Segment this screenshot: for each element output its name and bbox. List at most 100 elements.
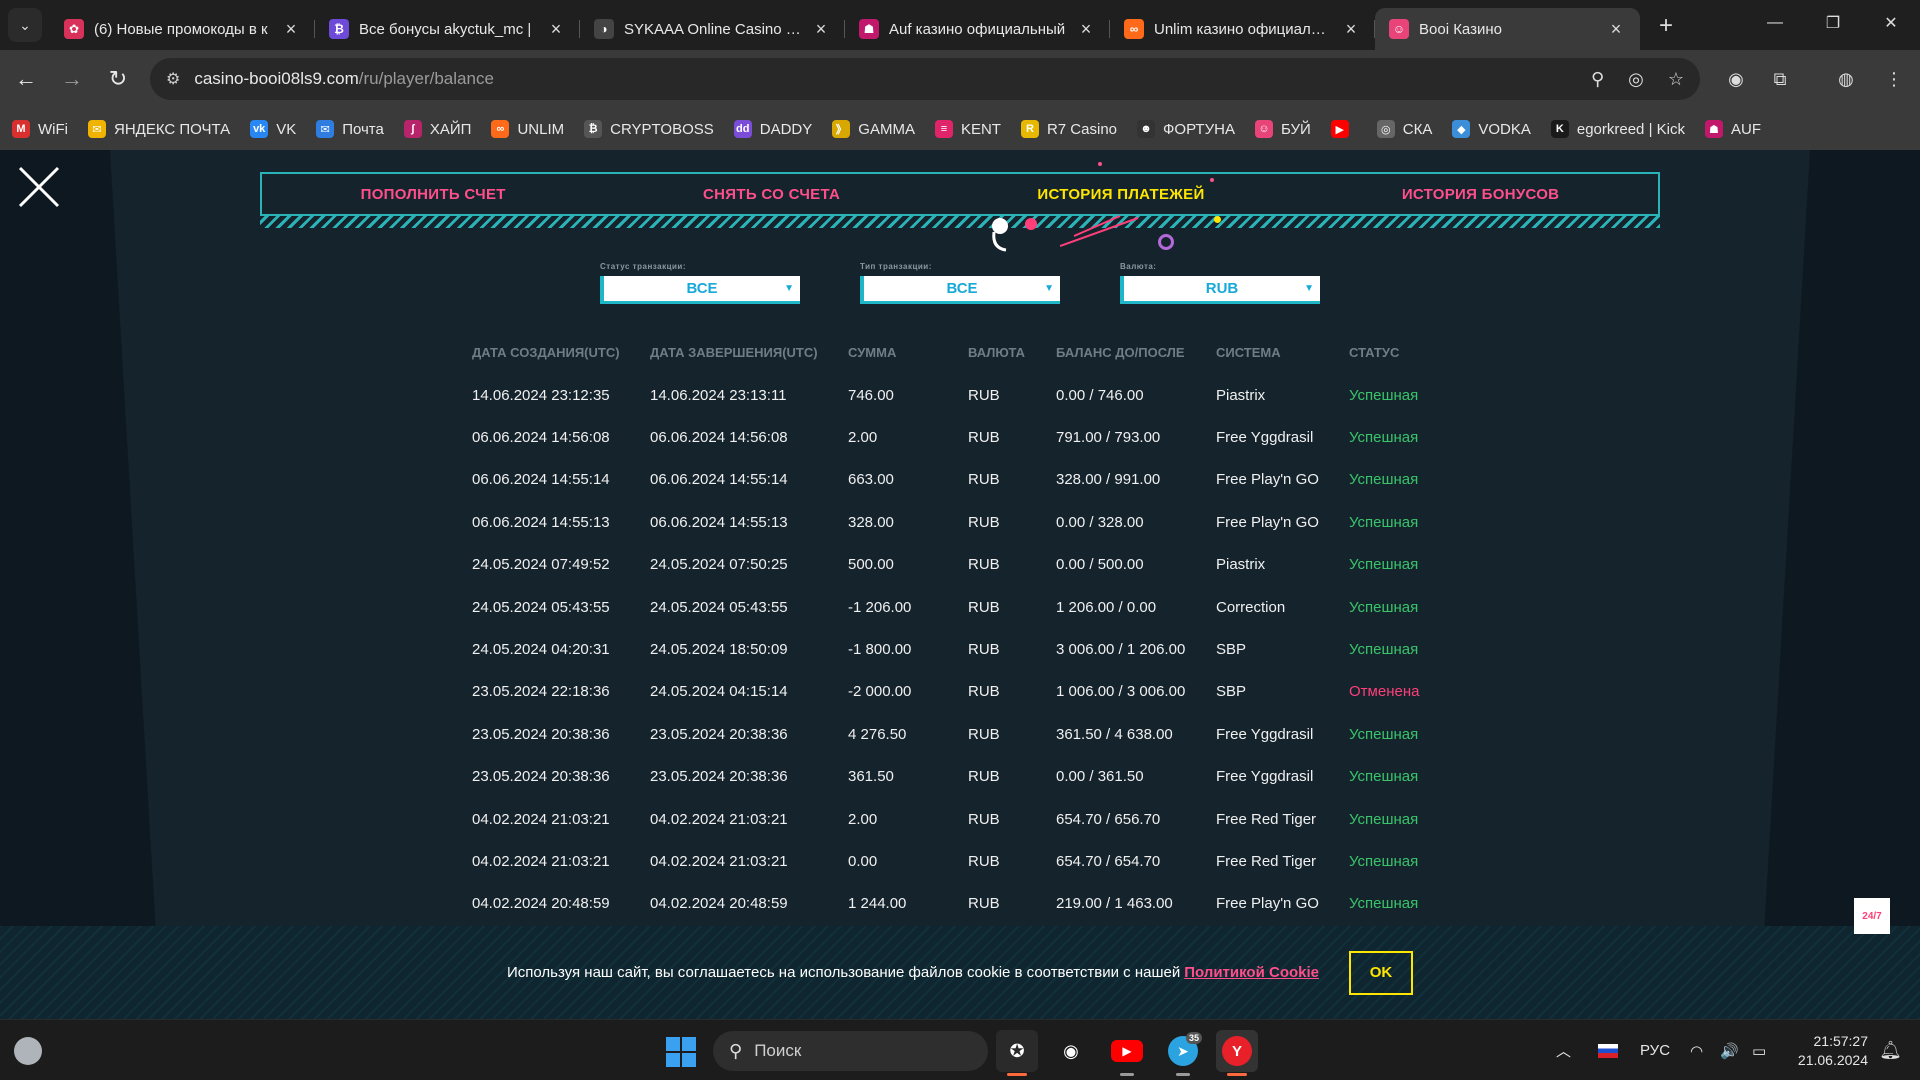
search-placeholder: Поиск xyxy=(754,1041,802,1060)
taskbar-app-telegram-icon[interactable]: ➤ 35 xyxy=(1162,1030,1204,1076)
restore-icon[interactable]: ❐ xyxy=(1804,0,1862,46)
cookie-policy-link[interactable]: Политикой Cookie xyxy=(1184,964,1319,981)
close-window-icon[interactable]: ✕ xyxy=(1862,0,1920,46)
table-row: 24.05.2024 04:20:31 24.05.2024 18:50:09 -1… xyxy=(472,628,1459,670)
table-cell: 06.06.2024 14:56:08 xyxy=(472,429,610,447)
filter-select[interactable]: RUB ▼ xyxy=(1120,276,1320,304)
table-cell: 1 006.00 / 3 006.00 xyxy=(1056,683,1186,701)
table-cell: RUB xyxy=(968,768,1000,786)
bookmark-item[interactable]: ✉ Почта xyxy=(316,120,384,138)
bookmark-item[interactable]: ∞ UNLIM xyxy=(491,120,564,138)
bookmark-item[interactable]: vk VK xyxy=(250,120,296,138)
table-cell: 2.00 xyxy=(848,810,878,828)
weather-icon[interactable] xyxy=(14,1037,42,1065)
browser-menu-icon[interactable]: ⋮ xyxy=(1876,61,1912,97)
filter-select[interactable]: ВСЕ ▼ xyxy=(600,276,800,304)
bookmark-item[interactable]: ▶ xyxy=(1330,120,1357,138)
table-row: 23.05.2024 22:18:36 24.05.2024 04:15:14 -2… xyxy=(472,671,1459,713)
bookmark-item[interactable]: ≡ KENT xyxy=(934,120,1001,138)
support-chat-button[interactable]: 24/7 xyxy=(1854,898,1890,934)
filter-select[interactable]: ВСЕ ▼ xyxy=(860,276,1060,304)
bookmark-item[interactable]: ◎ СКА xyxy=(1376,120,1432,138)
extensions-puzzle-icon[interactable]: ⧉ xyxy=(1762,61,1798,97)
zoom-icon[interactable]: ⚲ xyxy=(1591,69,1604,90)
battery-icon[interactable]: ▭ xyxy=(1752,1020,1766,1080)
bookmark-item[interactable]: ◆ VODKA xyxy=(1452,120,1531,138)
profile-avatar-icon[interactable]: ◍ xyxy=(1828,61,1864,97)
bookmark-favicon-icon: ∞ xyxy=(491,120,510,138)
balance-tab[interactable]: СНЯТЬ СО СЧЕТА xyxy=(703,186,840,203)
browser-tab[interactable]: ∞ Unlim казино официальны × xyxy=(1110,8,1375,50)
bookmark-item[interactable]: 》 GAMMA xyxy=(832,120,915,138)
url-text[interactable]: casino-booi08ls9.com/ru/player/balance xyxy=(194,69,494,89)
back-icon[interactable]: ← xyxy=(6,59,46,99)
tab-title: Все бонусы akyctuk_mc | xyxy=(359,20,532,38)
tray-overflow-icon[interactable]: ︿ xyxy=(1556,1020,1571,1080)
bookmark-item[interactable]: dd DADDY xyxy=(733,120,812,138)
bookmark-label: VK xyxy=(276,120,297,138)
close-icon[interactable] xyxy=(16,164,62,210)
table-cell: 3 006.00 / 1 206.00 xyxy=(1056,641,1186,659)
browser-tab[interactable]: ₿ Все бонусы akyctuk_mc | × xyxy=(315,8,580,50)
taskbar-search[interactable]: ⚲ Поиск xyxy=(713,1031,988,1071)
column-header: СТАТУС xyxy=(1349,344,1400,360)
bookmark-item[interactable]: ☻ ФОРТУНА xyxy=(1137,120,1235,138)
extension-icon[interactable]: ◉ xyxy=(1718,61,1754,97)
bookmark-item[interactable]: ☺ БУЙ xyxy=(1254,120,1311,138)
taskbar-app-youtube-icon[interactable]: ▶ xyxy=(1106,1030,1148,1076)
close-tab-icon[interactable]: × xyxy=(1341,19,1361,40)
browser-tab[interactable]: ✿ (6) Новые промокоды в к × xyxy=(50,8,315,50)
tracking-off-icon[interactable]: ◎ xyxy=(1628,69,1644,90)
browser-tab[interactable]: ☺ Booi Казино × xyxy=(1375,8,1640,50)
bookmark-item[interactable]: ʃ ХАЙП xyxy=(403,120,471,138)
bookmark-item[interactable]: M WiFi xyxy=(12,120,68,138)
bookmark-item[interactable]: ₿ CRYPTOBOSS xyxy=(584,120,714,138)
close-tab-icon[interactable]: × xyxy=(1606,19,1626,40)
taskbar-app-yandex-browser-icon[interactable]: Y xyxy=(1216,1030,1258,1076)
table-cell: 791.00 / 793.00 xyxy=(1056,429,1161,447)
new-tab-button[interactable]: + xyxy=(1648,8,1684,44)
forward-icon[interactable]: → xyxy=(52,59,92,99)
table-cell: 24.05.2024 05:43:55 xyxy=(472,598,610,616)
close-tab-icon[interactable]: × xyxy=(546,19,566,40)
close-tab-icon[interactable]: × xyxy=(1076,19,1096,40)
browser-tab[interactable]: ☗ Auf казино официальный × xyxy=(845,8,1110,50)
language-indicator[interactable]: РУС xyxy=(1640,1020,1670,1080)
close-tab-icon[interactable]: × xyxy=(281,19,301,40)
bookmark-item[interactable]: ☗ AUF xyxy=(1704,120,1761,138)
tab-title: Unlim казино официальны xyxy=(1154,20,1333,38)
balance-tab[interactable]: ПОПОЛНИТЬ СЧЕТ xyxy=(361,186,506,203)
volume-icon[interactable]: 🔊 xyxy=(1720,1020,1739,1080)
bookmark-item[interactable]: Kegorkreed | Kick xyxy=(1550,120,1685,138)
notifications-bell-icon[interactable]: 🔔︎ xyxy=(1879,1040,1902,1061)
window-controls: — ❐ ✕ xyxy=(1746,0,1920,46)
cookie-ok-button[interactable]: OK xyxy=(1349,950,1413,995)
table-cell: 23.05.2024 20:38:36 xyxy=(650,725,788,743)
bookmark-star-icon[interactable]: ☆ xyxy=(1668,69,1684,90)
table-cell: 654.70 / 654.70 xyxy=(1056,852,1161,870)
table-row: 04.02.2024 21:03:21 04.02.2024 21:03:21 2.… xyxy=(472,798,1459,840)
taskbar-clock[interactable]: 21:57:27 21.06.2024 xyxy=(1798,1032,1868,1070)
balance-tab[interactable]: ИСТОРИЯ БОНУСОВ xyxy=(1402,186,1560,203)
bookmark-favicon-icon: ◎ xyxy=(1376,120,1395,138)
taskbar-app-obs-icon[interactable]: ◉ xyxy=(1050,1030,1092,1072)
balance-tab[interactable]: ИСТОРИЯ ПЛАТЕЖЕЙ xyxy=(1037,186,1204,203)
minimize-icon[interactable]: — xyxy=(1746,0,1804,46)
table-cell: 0.00 / 500.00 xyxy=(1056,556,1144,574)
bookmark-item[interactable]: ✉ ЯНДЕКС ПОЧТА xyxy=(88,120,230,138)
bookmark-item[interactable]: R R7 Casino xyxy=(1020,120,1117,138)
site-info-icon[interactable]: ⚙ xyxy=(166,69,180,89)
reload-icon[interactable]: ↻ xyxy=(98,59,138,99)
close-tab-icon[interactable]: × xyxy=(811,19,831,40)
mascot-icon xyxy=(992,218,1008,252)
windows-start-icon[interactable] xyxy=(666,1037,696,1067)
taskbar-app-game-icon[interactable]: ✪ xyxy=(996,1030,1038,1076)
tab-search-button[interactable]: ⌄ xyxy=(8,8,42,42)
table-cell: RUB xyxy=(968,852,1000,870)
table-cell: 1 244.00 xyxy=(848,895,907,913)
confetti-decoration xyxy=(1025,218,1037,230)
table-cell: 04.02.2024 21:03:21 xyxy=(472,810,610,828)
wifi-icon[interactable]: ◠ xyxy=(1690,1020,1703,1080)
browser-tab[interactable]: ◑ SYKAAA Online Casino - Г × xyxy=(580,8,845,50)
address-bar[interactable]: ⚙ casino-booi08ls9.com/ru/player/balance… xyxy=(150,58,1700,100)
